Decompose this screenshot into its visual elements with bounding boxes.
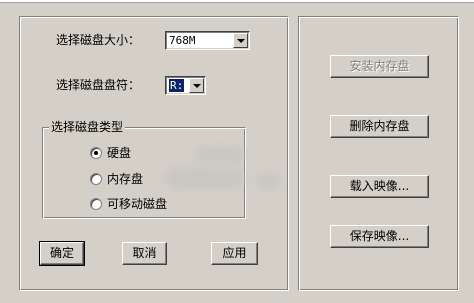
disk-size-value: 768M <box>169 34 196 47</box>
redacted-blur <box>255 174 281 188</box>
radio-removable-disk[interactable] <box>90 198 102 210</box>
remove-ramdisk-button[interactable]: 删除内存盘 <box>330 115 429 138</box>
ok-button[interactable]: 确定 <box>39 241 85 266</box>
drive-letter-select[interactable]: R: <box>165 76 206 95</box>
disk-type-group-title: 选择磁盘类型 <box>49 119 126 135</box>
redacted-blur <box>195 147 245 163</box>
drive-letter-label: 选择磁盘盘符： <box>56 78 141 92</box>
chevron-down-icon[interactable] <box>189 78 204 93</box>
radio-ram-disk[interactable] <box>90 173 102 185</box>
ramdisk-config-window: 选择磁盘大小： 768M 选择磁盘盘符： R: 选择磁盘类型 硬盘 内存盘 可移… <box>0 0 474 303</box>
load-image-button[interactable]: 载入映像... <box>330 175 429 198</box>
install-ramdisk-button[interactable]: 安装内存盘 <box>330 55 429 78</box>
window-top-edge <box>0 0 474 3</box>
cancel-button[interactable]: 取消 <box>122 242 167 265</box>
disk-size-label: 选择磁盘大小： <box>56 33 141 47</box>
disk-size-select[interactable]: 768M <box>165 31 250 50</box>
radio-hard-disk-label[interactable]: 硬盘 <box>107 145 131 161</box>
drive-letter-value: R: <box>169 79 185 92</box>
radio-hard-disk[interactable] <box>90 147 102 159</box>
radio-removable-disk-label[interactable]: 可移动磁盘 <box>107 196 167 212</box>
radio-ram-disk-label[interactable]: 内存盘 <box>107 171 143 187</box>
redacted-blur <box>165 168 245 188</box>
save-image-button[interactable]: 保存映像... <box>330 225 429 248</box>
apply-button[interactable]: 应用 <box>211 242 258 265</box>
chevron-down-icon[interactable] <box>233 33 248 48</box>
